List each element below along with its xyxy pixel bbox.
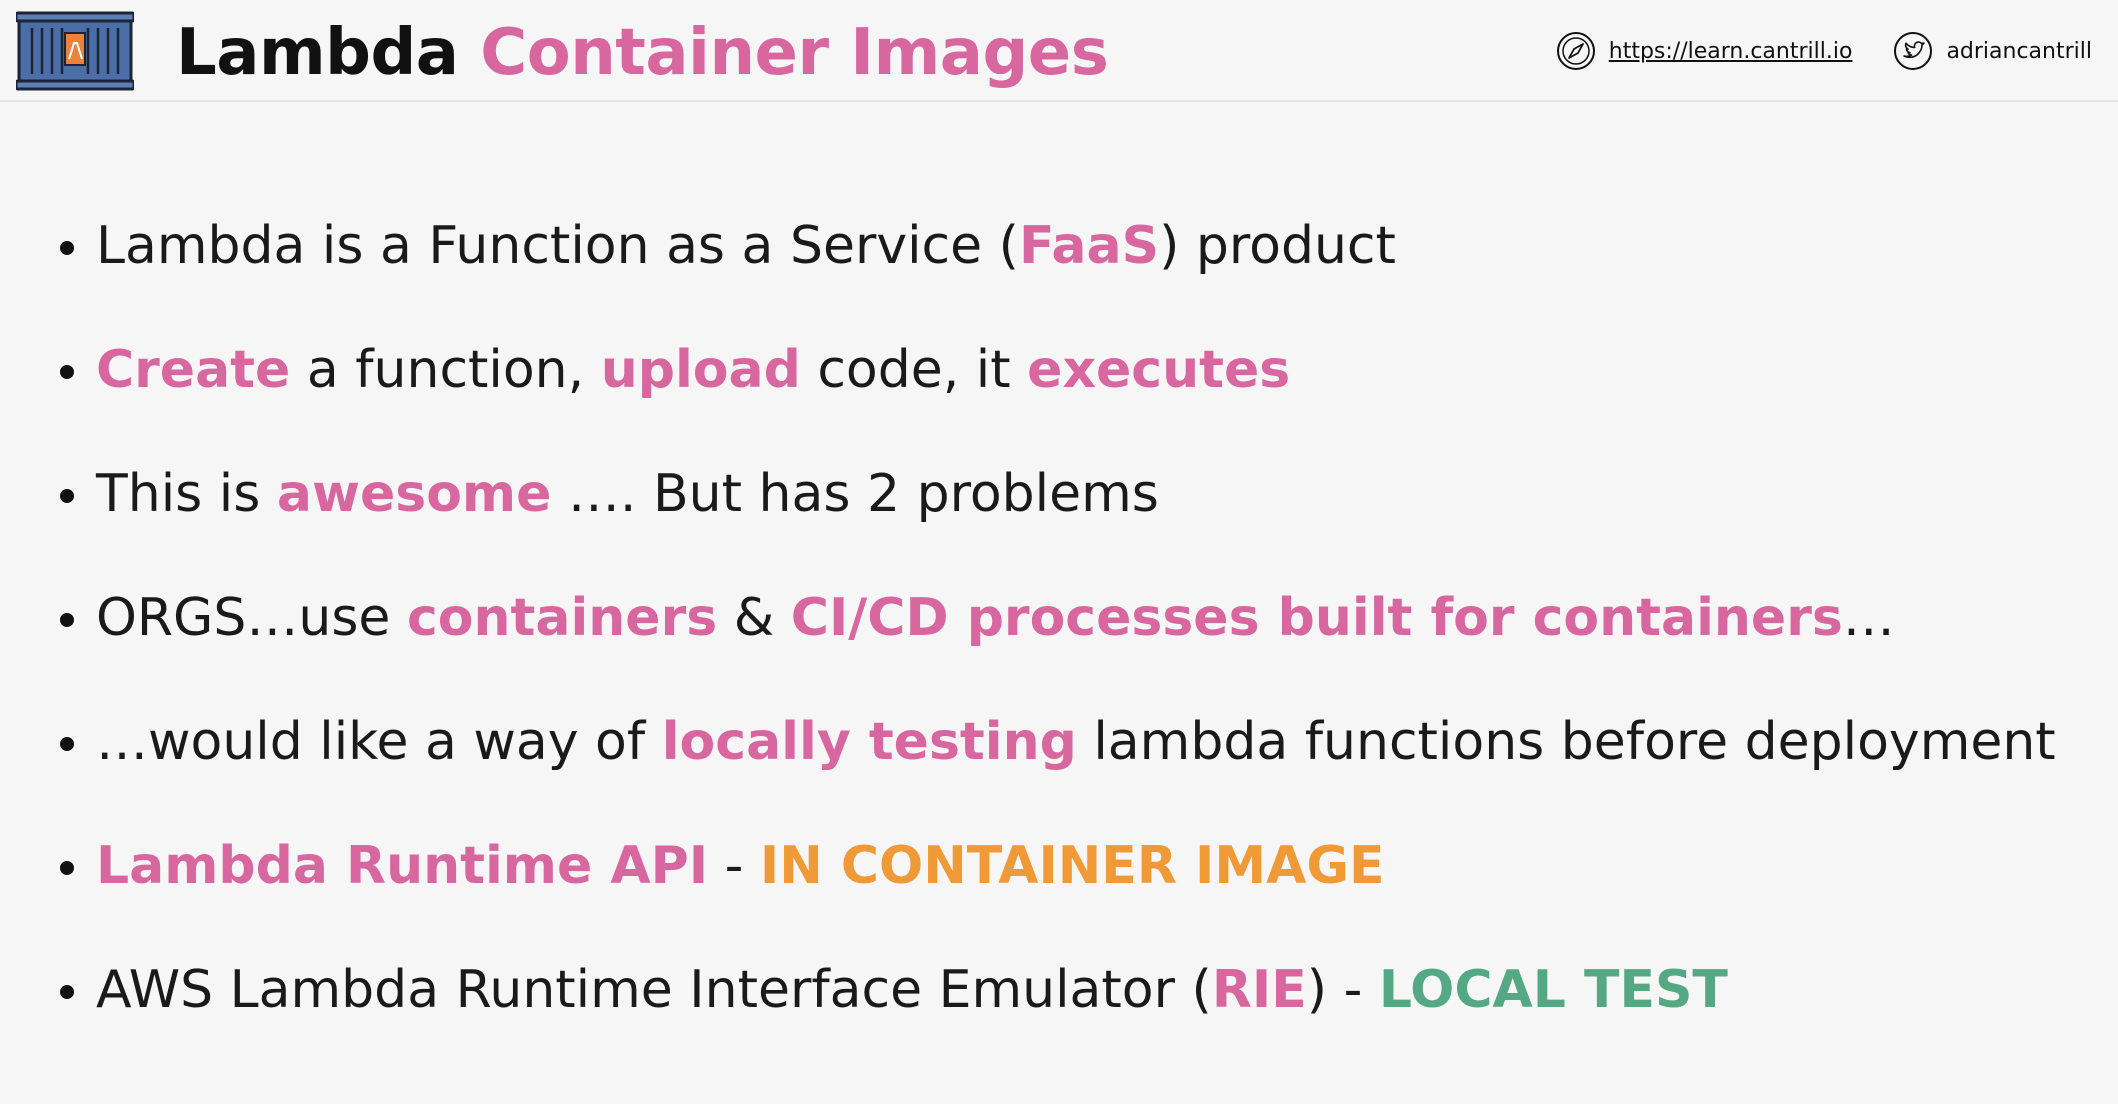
bullet-text: … [1842, 588, 1895, 648]
bullet-text: ORGS…use [96, 588, 407, 648]
website-url[interactable]: https://learn.cantrill.io [1609, 39, 1853, 64]
bullet-orgs-containers: ORGS…use containers & CI/CD processes bu… [58, 570, 2056, 694]
highlight-containers: containers [406, 588, 718, 648]
header: Lambda Container Images https://learn.ca… [0, 0, 2118, 102]
highlight-awesome: awesome [276, 464, 552, 524]
bullet-text: - [708, 836, 760, 896]
highlight-runtime-api: Lambda Runtime API [96, 836, 709, 896]
bullet-text: …. But has 2 problems [551, 464, 1159, 524]
highlight-in-container-image: IN CONTAINER IMAGE [759, 836, 1385, 896]
bullet-text: lambda functions before deployment [1076, 712, 2056, 772]
bullet-create-upload-execute: Create a function, upload code, it execu… [58, 322, 2056, 446]
bullet-text: code, it [800, 340, 1028, 400]
bullet-text: ) - [1306, 960, 1379, 1020]
twitter-handle[interactable]: adriancantrill [1946, 39, 2092, 64]
bullet-faas: Lambda is a Function as a Service (FaaS)… [58, 198, 2056, 322]
page-title: Lambda Container Images [176, 10, 1109, 96]
highlight-create: Create [96, 340, 291, 400]
lambda-container-icon [16, 11, 134, 91]
highlight-local-test: LOCAL TEST [1378, 960, 1728, 1020]
bullet-text: This is [96, 464, 277, 524]
website-link[interactable]: https://learn.cantrill.io [1555, 30, 1853, 72]
bullet-text: a function, [290, 340, 601, 400]
compass-icon [1556, 32, 1595, 70]
bullet-runtime-api: Lambda Runtime API - IN CONTAINER IMAGE [58, 818, 2056, 942]
bullet-text: ) product [1159, 216, 1396, 276]
twitter-link[interactable]: adriancantrill [1892, 30, 2092, 72]
bullet-text: …would like a way of [96, 712, 662, 772]
highlight-executes: executes [1027, 340, 1291, 400]
bullet-local-testing: …would like a way of locally testing lam… [58, 694, 2056, 818]
title-lambda: Lambda [176, 16, 459, 90]
title-container-images: Container Images [480, 16, 1109, 90]
highlight-faas: FaaS [1018, 216, 1160, 276]
highlight-upload: upload [600, 340, 801, 400]
highlight-cicd: CI/CD processes built for containers [790, 588, 1843, 648]
bullet-text: AWS Lambda Runtime Interface Emulator ( [96, 960, 1212, 1020]
highlight-rie: RIE [1211, 960, 1307, 1020]
highlight-locally-testing: locally testing [661, 712, 1077, 772]
bullet-text: Lambda is a Function as a Service ( [96, 216, 1019, 276]
bullet-rie: AWS Lambda Runtime Interface Emulator (R… [58, 942, 2056, 1066]
bullet-awesome-problems: This is awesome …. But has 2 problems [58, 446, 2056, 570]
header-links: https://learn.cantrill.io adriancantrill [1555, 28, 2092, 74]
bullet-list: Lambda is a Function as a Service (FaaS)… [58, 198, 2056, 1066]
bullet-text: & [717, 588, 791, 648]
twitter-bird-icon [1894, 32, 1933, 70]
